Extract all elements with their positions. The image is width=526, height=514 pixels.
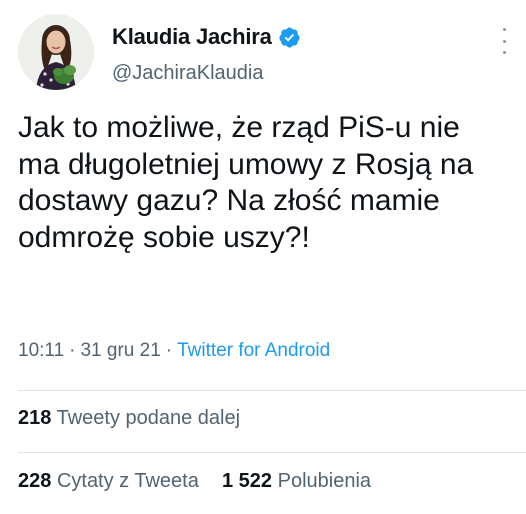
likes-count: 1 522: [221, 470, 273, 492]
avatar-image: [18, 14, 94, 90]
author-display-name[interactable]: Klaudia Jachira: [112, 24, 272, 50]
tweet-source-link[interactable]: Twitter for Android: [177, 340, 330, 362]
likes-label: Polubienia: [277, 470, 372, 492]
meta-separator: ·: [69, 340, 76, 361]
divider: [18, 390, 526, 391]
tweet-text: Jak to możliwe, że rząd PiS-u nie ma dłu…: [18, 111, 474, 254]
author-handle[interactable]: @JachiraKlaudia: [112, 62, 264, 85]
engagement-stat-row: 228 Cytaty z Tweeta 1 522 Polubienia: [18, 470, 371, 493]
avatar[interactable]: [18, 14, 94, 90]
quotes-stat[interactable]: 228 Cytaty z Tweeta: [18, 470, 204, 492]
more-options-icon[interactable]: [498, 28, 510, 54]
retweets-label: Tweety podane dalej: [56, 407, 241, 429]
tweet-date[interactable]: 31 gru 21: [80, 340, 160, 362]
tweet-card: Klaudia Jachira @JachiraKlaudia Jak to m…: [0, 0, 526, 514]
tweet-time[interactable]: 10:11: [18, 340, 64, 362]
retweets-stat-row: 218 Tweety podane dalej: [18, 407, 240, 430]
likes-stat[interactable]: 1 522 Polubienia: [222, 470, 371, 492]
tweet-meta: 10:11 · 31 gru 21 · Twitter for Android: [18, 340, 330, 362]
divider: [18, 452, 526, 453]
author-name-row[interactable]: Klaudia Jachira: [112, 24, 301, 50]
retweets-count: 218: [18, 407, 52, 429]
verified-badge-icon: [278, 26, 301, 49]
meta-separator: ·: [165, 340, 173, 361]
quotes-count: 228: [18, 470, 52, 492]
quotes-label: Cytaty z Tweeta: [56, 470, 199, 492]
retweets-stat[interactable]: 218 Tweety podane dalej: [18, 407, 240, 429]
